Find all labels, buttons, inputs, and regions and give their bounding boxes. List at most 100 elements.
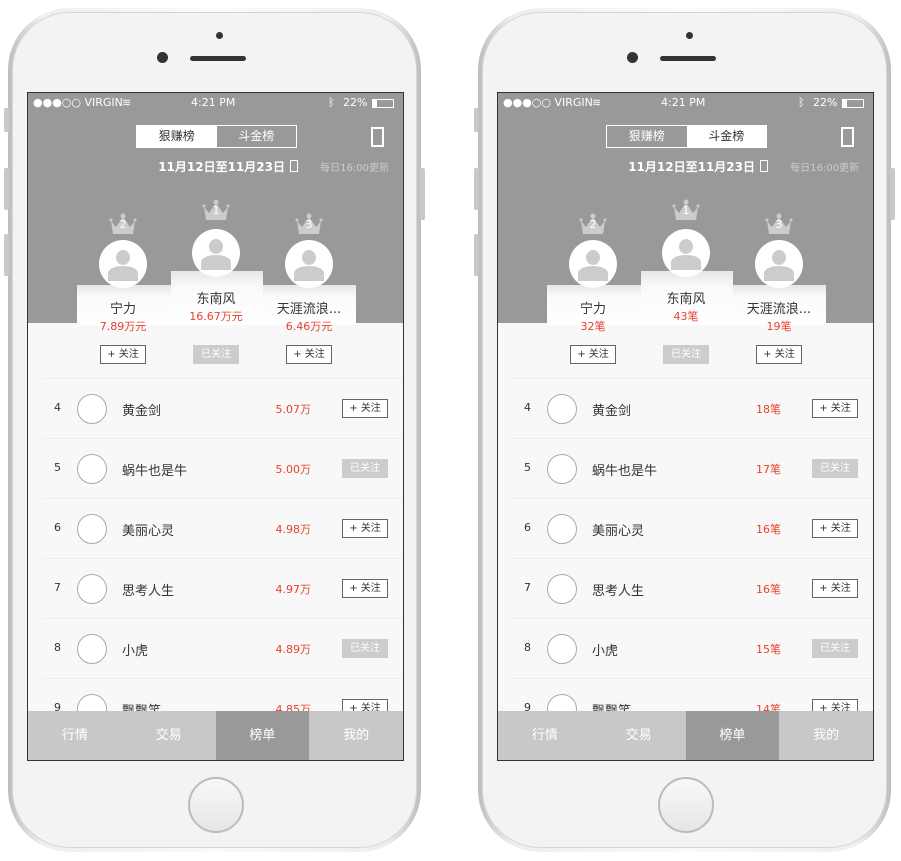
- follow-button[interactable]: + 关注: [812, 519, 858, 538]
- list-item[interactable]: 5 蜗牛也是牛 5.00万 已关注: [43, 438, 403, 498]
- rank: 8: [524, 641, 531, 654]
- speaker: [660, 56, 716, 61]
- tabbar-item-3[interactable]: 我的: [779, 711, 873, 760]
- follow-button[interactable]: + 关注: [342, 399, 388, 418]
- avatar[interactable]: [547, 454, 577, 484]
- follow-button[interactable]: 已关注: [342, 459, 388, 478]
- list-item[interactable]: 7 思考人生 16笔 + 关注: [513, 558, 873, 618]
- follow-button[interactable]: + 关注: [286, 345, 332, 364]
- avatar[interactable]: [547, 574, 577, 604]
- rank: 4: [524, 401, 531, 414]
- tab-board-1[interactable]: 斗金榜: [686, 126, 766, 147]
- list-item[interactable]: 6 美丽心灵 16笔 + 关注: [513, 498, 873, 558]
- user-value: 4.98万: [275, 523, 312, 536]
- app-screen: ●●●○○ VIRGIN ≋ 4:21 PM ᛒ 22% 狠赚榜 斗金榜 11月1…: [27, 92, 404, 761]
- avatar[interactable]: [285, 240, 333, 288]
- tabbar-item-1[interactable]: 交易: [592, 711, 686, 760]
- date-range[interactable]: 11月12日至11月23日: [498, 158, 768, 175]
- follow-button[interactable]: + 关注: [100, 345, 146, 364]
- follow-button[interactable]: 已关注: [812, 459, 858, 478]
- user-value: 15笔: [756, 643, 781, 656]
- avatar[interactable]: [77, 454, 107, 484]
- list-item[interactable]: 6 美丽心灵 4.98万 + 关注: [43, 498, 403, 558]
- tabbar-item-0[interactable]: 行情: [498, 711, 592, 760]
- list-item[interactable]: 7 思考人生 4.97万 + 关注: [43, 558, 403, 618]
- user-value: 17笔: [756, 463, 781, 476]
- share-icon[interactable]: [841, 127, 854, 147]
- user-name: 黄金剑: [122, 404, 162, 419]
- avatar[interactable]: [662, 229, 710, 277]
- tab-board-1[interactable]: 斗金榜: [217, 126, 297, 147]
- rank: 6: [54, 521, 61, 534]
- carrier: ●●●○○ VIRGIN: [503, 96, 593, 109]
- avatar[interactable]: [99, 240, 147, 288]
- list-item[interactable]: 8 小虎 15笔 已关注: [513, 618, 873, 678]
- avatar[interactable]: [77, 514, 107, 544]
- tab-board-0[interactable]: 狠赚榜: [607, 126, 687, 147]
- home-button[interactable]: [658, 777, 714, 833]
- follow-button[interactable]: + 关注: [812, 399, 858, 418]
- board-tabs: 狠赚榜 斗金榜: [136, 125, 297, 148]
- update-note: 每日16:00更新: [790, 163, 859, 174]
- avatar[interactable]: [547, 514, 577, 544]
- follow-button[interactable]: 已关注: [812, 639, 858, 658]
- tabbar-item-1[interactable]: 交易: [122, 711, 216, 760]
- user-name: 蜗牛也是牛: [122, 464, 188, 479]
- list-item[interactable]: 5 蜗牛也是牛 17笔 已关注: [513, 438, 873, 498]
- rank: 8: [54, 641, 61, 654]
- avatar[interactable]: [755, 240, 803, 288]
- user-value: 5.07万: [275, 403, 312, 416]
- update-note: 每日16:00更新: [320, 163, 389, 174]
- front-camera: [627, 52, 638, 63]
- podium-value: 19笔: [766, 320, 792, 333]
- follow-button[interactable]: + 关注: [812, 579, 858, 598]
- user-value: 18笔: [756, 403, 781, 416]
- avatar[interactable]: [77, 634, 107, 664]
- bluetooth-icon: ᛒ: [328, 96, 335, 109]
- volume-up-button: [474, 168, 479, 210]
- follow-button[interactable]: 已关注: [193, 345, 239, 364]
- avatar[interactable]: [77, 574, 107, 604]
- crown-icon: 1: [672, 199, 700, 221]
- podium-value: 32笔: [580, 320, 606, 333]
- follow-button[interactable]: + 关注: [570, 345, 616, 364]
- avatar[interactable]: [547, 634, 577, 664]
- home-button[interactable]: [188, 777, 244, 833]
- avatar[interactable]: [569, 240, 617, 288]
- status-bar: ●●●○○ VIRGIN ≋ 4:21 PM ᛒ 22%: [28, 93, 403, 113]
- tabbar-item-2[interactable]: 榜单: [685, 711, 780, 760]
- user-name: 小虎: [122, 644, 149, 659]
- share-icon[interactable]: [371, 127, 384, 147]
- mute-switch: [474, 108, 479, 132]
- user-name: 美丽心灵: [592, 524, 645, 539]
- tabbar-item-3[interactable]: 我的: [309, 711, 403, 760]
- podium-name: 天涯流浪...: [746, 302, 812, 317]
- user-name: 思考人生: [122, 584, 175, 599]
- tabbar-item-0[interactable]: 行情: [28, 711, 122, 760]
- avatar[interactable]: [547, 394, 577, 424]
- follow-button[interactable]: + 关注: [342, 519, 388, 538]
- user-name: 小虎: [592, 644, 619, 659]
- list-item[interactable]: 4 黄金剑 5.07万 + 关注: [43, 378, 403, 438]
- follow-button[interactable]: + 关注: [342, 579, 388, 598]
- tabbar-item-2[interactable]: 榜单: [215, 711, 310, 760]
- crown-icon: 2: [579, 213, 607, 235]
- list-item[interactable]: 4 黄金剑 18笔 + 关注: [513, 378, 873, 438]
- sensor-dot: [686, 32, 693, 39]
- power-button: [890, 168, 895, 220]
- carrier: ●●●○○ VIRGIN: [33, 96, 123, 109]
- avatar[interactable]: [192, 229, 240, 277]
- crown-icon: 3: [765, 213, 793, 235]
- follow-button[interactable]: 已关注: [663, 345, 709, 364]
- follow-button[interactable]: + 关注: [756, 345, 802, 364]
- avatar[interactable]: [77, 394, 107, 424]
- rank: 4: [54, 401, 61, 414]
- user-value: 4.89万: [275, 643, 312, 656]
- follow-button[interactable]: 已关注: [342, 639, 388, 658]
- tab-board-0[interactable]: 狠赚榜: [137, 126, 217, 147]
- date-range[interactable]: 11月12日至11月23日: [28, 158, 298, 175]
- bottom-tab-bar: 行情 交易 榜单 我的: [28, 711, 403, 760]
- user-value: 4.97万: [275, 583, 312, 596]
- list-item[interactable]: 8 小虎 4.89万 已关注: [43, 618, 403, 678]
- calendar-icon: [760, 160, 768, 172]
